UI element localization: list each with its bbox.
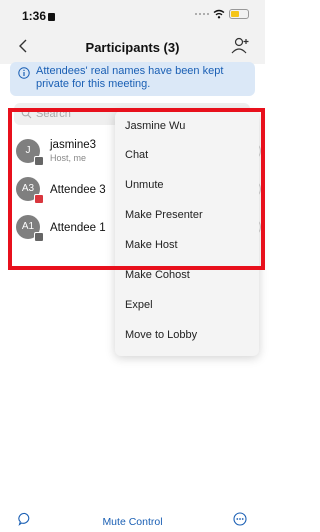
status-time: 1:36 [22, 9, 56, 23]
avatar-initials: A1 [21, 221, 35, 232]
menu-item-make-host[interactable]: Make Host [115, 234, 259, 258]
avatar: J [16, 139, 44, 166]
participant-role: Host, me [50, 153, 87, 163]
muted-badge-icon [34, 194, 44, 204]
search-placeholder: Search [36, 108, 71, 120]
video-off-badge-icon [34, 156, 44, 166]
participant-name: jasmine3 [50, 139, 97, 151]
video-off-badge-icon [34, 232, 44, 242]
mute-control-button[interactable]: Mute Control [0, 516, 265, 528]
page-title: Participants (3) [85, 40, 180, 55]
header: Participants (3) [0, 30, 265, 64]
add-user-icon[interactable] [229, 35, 251, 57]
avatar-initials: A3 [21, 183, 35, 194]
menu-item-move-to-lobby[interactable]: Move to Lobby [115, 324, 259, 348]
menu-item-participant-name: Jasmine Wu [125, 120, 186, 132]
notification-indicator-icon [48, 13, 56, 21]
avatar-initials: J [25, 145, 31, 156]
avatar: A3 [16, 177, 44, 204]
menu-item-chat[interactable]: Chat [115, 144, 259, 168]
participant-name: Attendee 1 [50, 222, 106, 234]
status-bar: 1:36 [0, 0, 265, 30]
menu-item-expel[interactable]: Expel [115, 294, 259, 318]
privacy-info-text: Attendees' real names have been kept pri… [36, 65, 224, 90]
info-icon [18, 67, 30, 79]
participant-name: Attendee 3 [50, 184, 106, 196]
menu-item-make-presenter[interactable]: Make Presenter [115, 204, 259, 228]
menu-item-make-cohost[interactable]: Make Cohost [115, 264, 259, 288]
battery-icon [229, 9, 249, 19]
participant-context-menu: Jasmine Wu Chat Unmute Make Presenter Ma… [115, 111, 259, 356]
privacy-info-banner: Attendees' real names have been kept pri… [10, 62, 255, 96]
more-options-icon[interactable] [233, 512, 247, 526]
menu-item-unmute[interactable]: Unmute [115, 174, 259, 198]
avatar: A1 [16, 215, 44, 242]
cellular-signal-icon [195, 13, 209, 15]
status-icons [195, 9, 249, 19]
wifi-icon [213, 9, 225, 19]
status-time-text: 1:36 [22, 9, 47, 23]
search-icon [21, 108, 32, 119]
bottom-toolbar: Mute Control [0, 504, 265, 532]
